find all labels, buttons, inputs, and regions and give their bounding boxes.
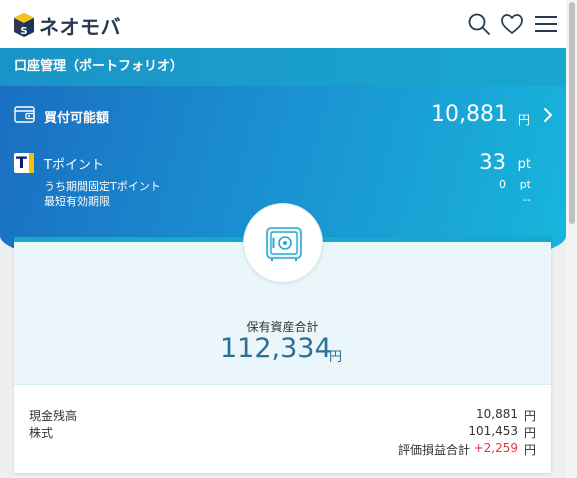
cash-value: 10,881 bbox=[476, 407, 518, 421]
search-icon[interactable] bbox=[467, 12, 491, 36]
neomoba-logo[interactable]: S ネオモバ bbox=[13, 12, 121, 39]
page-title: 口座管理（ポートフォリオ） bbox=[0, 48, 566, 86]
logo-mark-icon: S bbox=[14, 13, 34, 37]
safe-icon bbox=[266, 227, 302, 261]
tpoint-unit: pt bbox=[517, 157, 531, 172]
menu-icon[interactable] bbox=[534, 12, 558, 36]
buying-power-amount: 10,881 bbox=[431, 102, 508, 127]
buying-power-unit: 円 bbox=[517, 113, 530, 127]
cash-unit: 円 bbox=[523, 409, 536, 423]
total-assets-unit: 円 bbox=[329, 350, 343, 365]
tpoint-expiry-label: 最短有効期限 bbox=[44, 195, 110, 208]
app-header: S ネオモバ bbox=[0, 0, 566, 48]
cash-label: 現金残高 bbox=[29, 409, 78, 423]
tpoint-limited-value: 0 bbox=[499, 178, 506, 191]
safe-badge bbox=[243, 203, 323, 283]
eval-pl-label: 評価損益合計 bbox=[397, 443, 470, 457]
stocks-label: 株式 bbox=[29, 426, 54, 440]
tpoint-expiry-value: -- bbox=[523, 193, 531, 206]
eval-pl-unit: 円 bbox=[523, 443, 536, 457]
buying-power-row[interactable]: 買付可能額 10,881 円 bbox=[14, 102, 554, 130]
eval-pl-value: +2,259 bbox=[473, 441, 518, 455]
page-scrollbar-thumb[interactable] bbox=[569, 2, 575, 224]
stocks-value: 101,453 bbox=[468, 424, 518, 438]
tpoint-label: Tポイント bbox=[44, 158, 104, 173]
total-assets-value: 112,334 bbox=[220, 333, 332, 364]
buying-power-label: 買付可能額 bbox=[44, 111, 110, 126]
tpoint-value: 33 bbox=[479, 150, 506, 174]
stocks-unit: 円 bbox=[523, 426, 536, 440]
logo-text: ネオモバ bbox=[39, 14, 121, 39]
tpoint-limited-unit: pt bbox=[519, 178, 531, 191]
chevron-right-icon bbox=[544, 108, 552, 122]
wallet-icon bbox=[14, 106, 35, 123]
svg-text:S: S bbox=[20, 26, 27, 37]
heart-icon[interactable] bbox=[500, 12, 524, 36]
tpoint-logo-icon: T bbox=[14, 153, 34, 173]
tpoint-limited-label: うち期間固定Tポイント bbox=[44, 180, 161, 193]
